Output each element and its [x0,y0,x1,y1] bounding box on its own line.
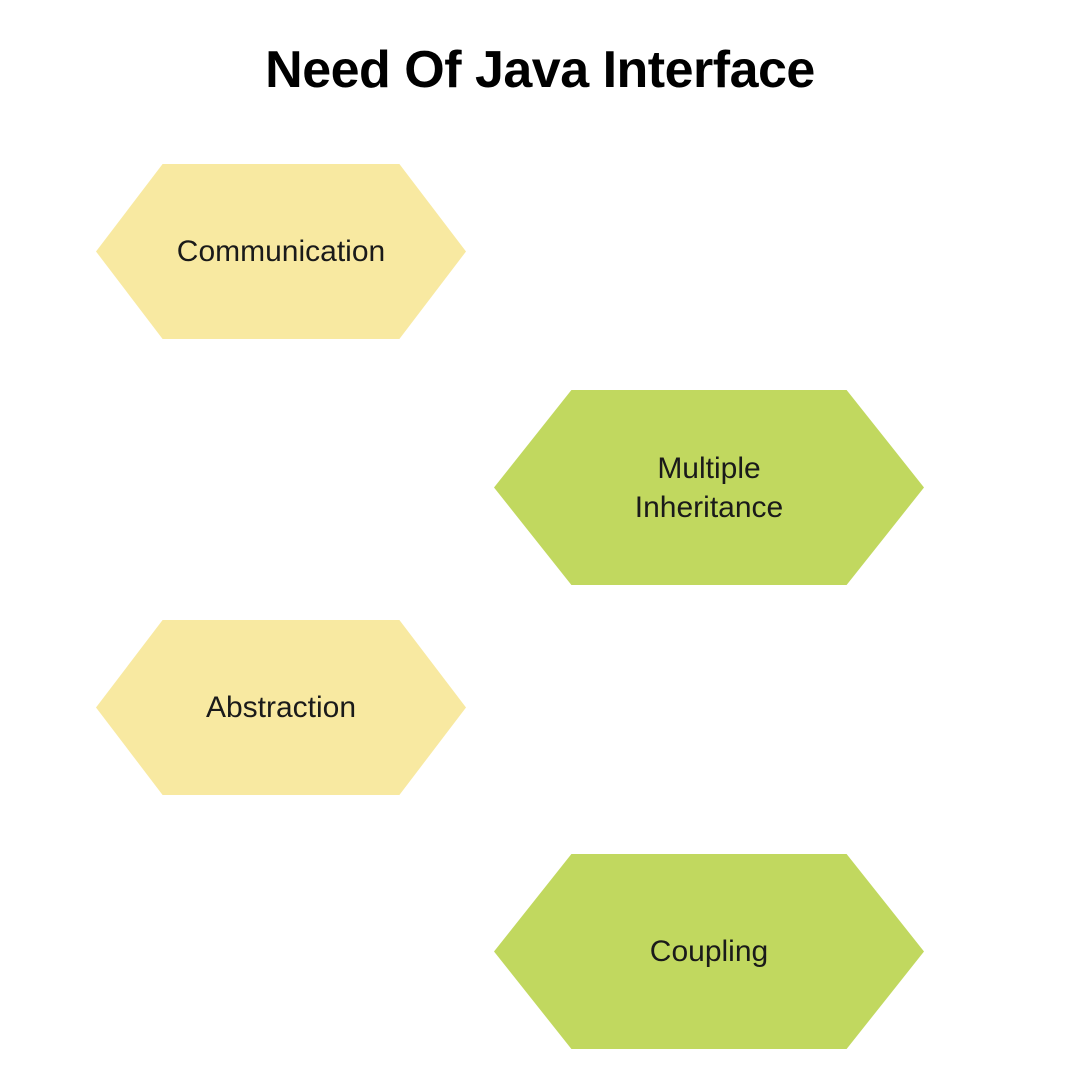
hexagon-abstraction: Abstraction [96,620,466,795]
hexagon-label: MultipleInheritance [585,449,833,527]
diagram-title: Need Of Java Interface [0,40,1080,100]
hexagon-communication: Communication [96,164,466,339]
hexagon-label: Communication [127,232,435,271]
hexagon-coupling: Coupling [494,854,924,1049]
hexagon-label: Abstraction [156,688,406,727]
hexagon-multiple-inheritance: MultipleInheritance [494,390,924,585]
hexagon-label: Coupling [600,932,818,971]
